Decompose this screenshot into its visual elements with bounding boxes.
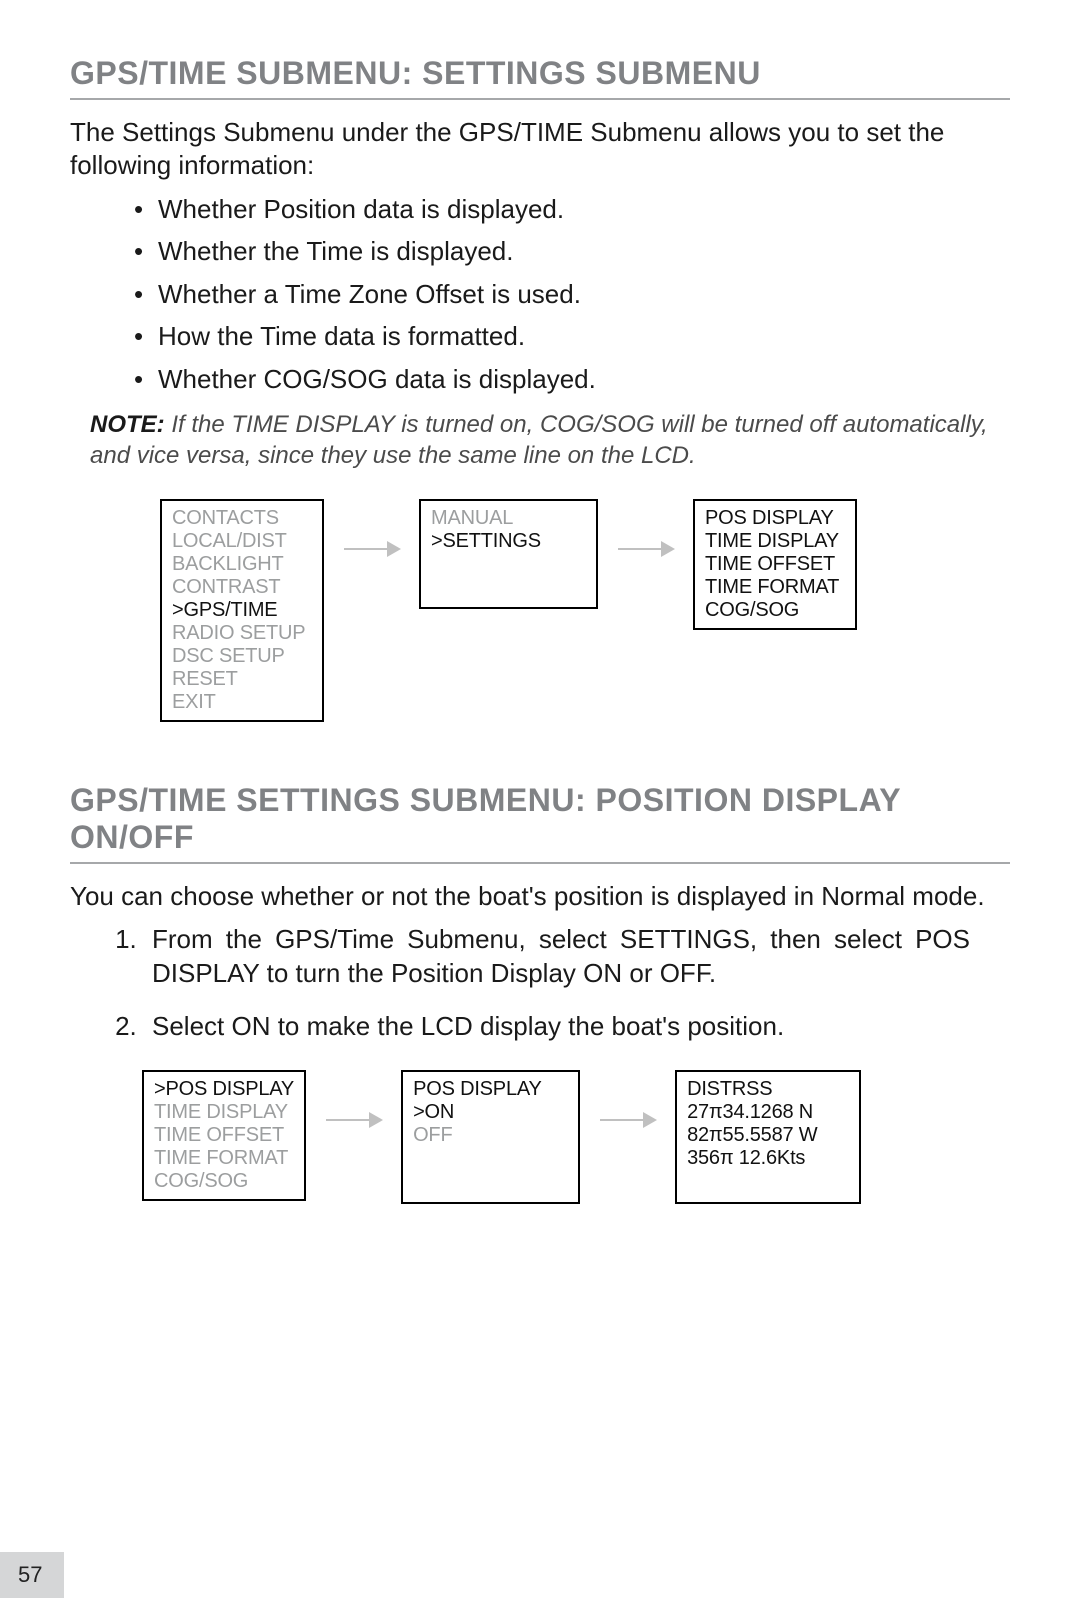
note-text: If the TIME DISPLAY is turned on, COG/SO… [90,411,988,469]
lcd-screen-pos-menu: >POS DISPLAYTIME DISPLAYTIME OFFSETTIME … [142,1070,306,1201]
bullet-item: Whether Position data is displayed. [134,191,1010,227]
lcd-line: OFF [413,1124,568,1147]
arrow-icon [326,1090,381,1150]
lcd-line: LOCAL/DIST [172,530,312,553]
bullet-item: Whether the Time is displayed. [134,233,1010,269]
lcd-line: MANUAL [431,507,586,530]
arrow-icon [344,519,399,579]
lcd-line: DSC SETUP [172,645,312,668]
lcd-line: CONTACTS [172,507,312,530]
bullet-item: Whether COG/SOG data is displayed. [134,361,1010,397]
bullet-item: How the Time data is formatted. [134,318,1010,354]
lcd-line: 82π55.5587 W [687,1124,849,1147]
lcd-line: COG/SOG [154,1170,294,1193]
section1-intro: The Settings Submenu under the GPS/TIME … [70,116,1010,181]
lcd-line: 356π 12.6Kts [687,1147,849,1170]
section1-bullets: Whether Position data is displayed. Whet… [70,191,1010,397]
lcd-line: RESET [172,668,312,691]
lcd-screen-gps-submenu: MANUAL>SETTINGS [419,499,598,609]
lcd-line: TIME FORMAT [154,1147,294,1170]
arrow-icon [618,519,673,579]
section2-intro: You can choose whether or not the boat's… [70,880,1010,913]
lcd-line: BACKLIGHT [172,553,312,576]
lcd-line: >ON [413,1101,568,1124]
lcd-line: EXIT [172,691,312,714]
lcd-line: TIME DISPLAY [705,530,845,553]
lcd-line: TIME DISPLAY [154,1101,294,1124]
lcd-line: 27π34.1268 N [687,1101,849,1124]
section2-steps: From the GPS/Time Submenu, select SETTIN… [100,923,1010,1044]
lcd-line: POS DISPLAY [705,507,845,530]
lcd-screen-pos-onoff: POS DISPLAY>ONOFF [401,1070,580,1204]
lcd-line: POS DISPLAY [413,1078,568,1101]
lcd-screen-settings-list: POS DISPLAYTIME DISPLAYTIME OFFSETTIME F… [693,499,857,630]
note-label: NOTE: [90,411,165,438]
lcd-line: TIME OFFSET [705,553,845,576]
flow2: >POS DISPLAYTIME DISPLAYTIME OFFSETTIME … [142,1070,1010,1204]
lcd-screen-position-display: DISTRSS 27π34.1268 N 82π55.5587 W356π 12… [675,1070,861,1204]
bullet-item: Whether a Time Zone Offset is used. [134,276,1010,312]
step-item: Select ON to make the LCD display the bo… [144,1010,1010,1044]
flow1: CONTACTSLOCAL/DISTBACKLIGHTCONTRAST>GPS/… [160,499,1010,722]
lcd-line: RADIO SETUP [172,622,312,645]
lcd-line: DISTRSS [687,1078,849,1101]
note-block: NOTE: If the TIME DISPLAY is turned on, … [70,409,1010,471]
lcd-line: >POS DISPLAY [154,1078,294,1101]
lcd-line: TIME FORMAT [705,576,845,599]
lcd-line: COG/SOG [705,599,845,622]
lcd-screen-main-menu: CONTACTSLOCAL/DISTBACKLIGHTCONTRAST>GPS/… [160,499,324,722]
arrow-icon [600,1090,655,1150]
lcd-line: >GPS/TIME [172,599,312,622]
section1-title: GPS/TIME SUBMENU: SETTINGS SUBMENU [70,55,1010,100]
lcd-line: CONTRAST [172,576,312,599]
lcd-line: >SETTINGS [431,530,586,553]
lcd-line: TIME OFFSET [154,1124,294,1147]
section2-title: GPS/TIME SETTINGS SUBMENU: POSITION DISP… [70,782,1010,864]
step-item: From the GPS/Time Submenu, select SETTIN… [144,923,1010,991]
page-number: 57 [0,1552,64,1598]
